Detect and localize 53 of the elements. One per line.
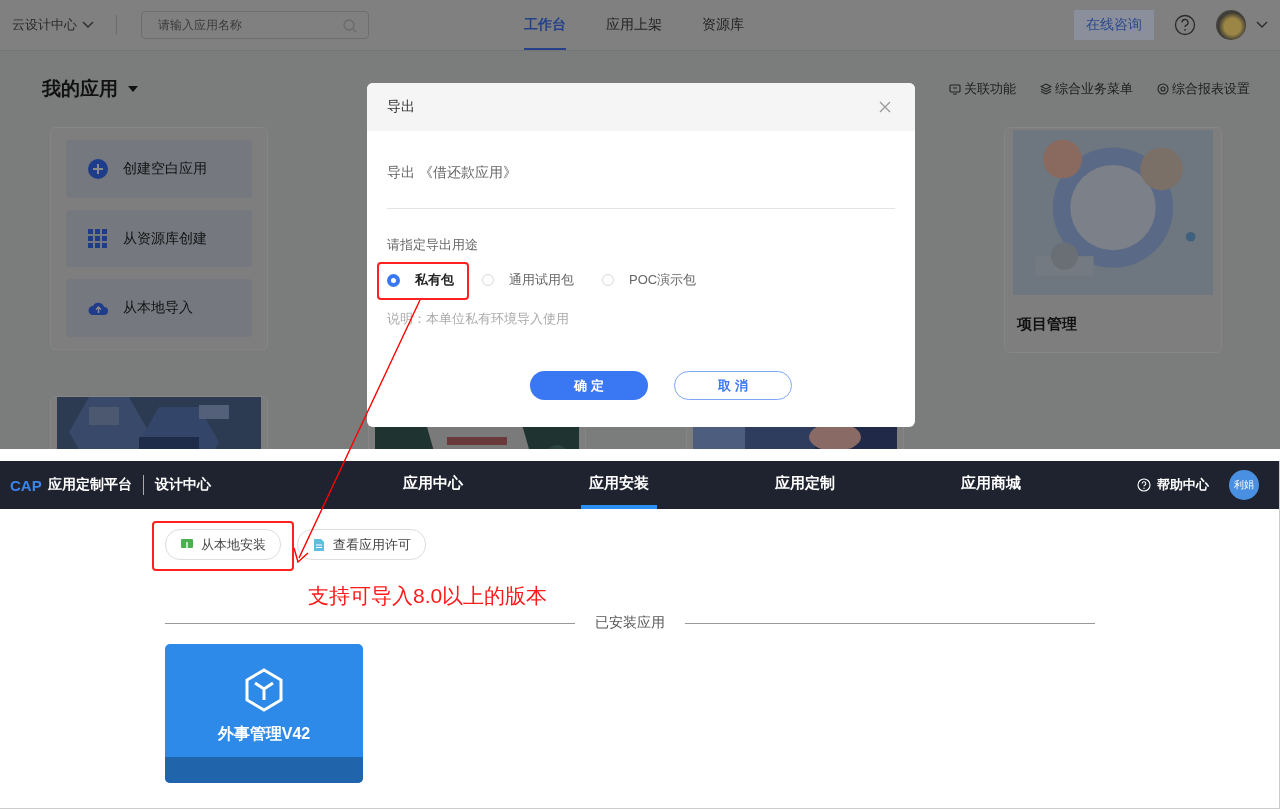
platform-name: 应用定制平台 [47, 476, 132, 494]
avatar[interactable] [1216, 10, 1246, 40]
toolbar-link[interactable]: 综合业务菜单 [1040, 80, 1133, 98]
chevron-down-icon [1256, 21, 1268, 29]
consult-button[interactable]: 在线咨询 [1074, 10, 1154, 40]
radio-option[interactable]: 通用试用包 [482, 268, 574, 292]
radio-option[interactable]: POC演示包 [602, 268, 697, 292]
action-button[interactable]: 从本地安装 [165, 529, 281, 560]
create-option[interactable]: 从资源库创建 [66, 209, 252, 268]
cube-icon [244, 668, 284, 712]
workspace-dropdown[interactable]: 云设计中心 [12, 16, 94, 34]
create-option[interactable]: 从本地导入 [66, 279, 252, 337]
nav-tab[interactable]: 工作台 [524, 0, 566, 50]
section-title: 已安装应用 [595, 614, 665, 632]
app-title: 外事管理V42 [217, 724, 311, 744]
radio-button[interactable] [387, 273, 400, 287]
nav-tab[interactable]: 应用安装 [580, 461, 657, 509]
help-icon [1137, 478, 1151, 492]
purpose-label: 请指定导出用途 [387, 236, 479, 254]
search-field[interactable]: 请输入应用名称 [141, 11, 369, 39]
nav-tab[interactable]: 资源库 [702, 0, 744, 50]
help-link[interactable]: 帮助中心 [1137, 476, 1209, 494]
app-card[interactable]: 项目管理 [1004, 127, 1222, 353]
section-name: 设计中心 [154, 476, 211, 494]
description-text: 说明：本单位私有环境导入使用 [387, 310, 570, 328]
action-button[interactable]: 查看应用许可 [297, 529, 426, 560]
layers-icon [1040, 83, 1052, 95]
nav-tab[interactable]: 应用中心 [394, 461, 471, 509]
page-title-dropdown[interactable]: 我的应用 [42, 76, 138, 102]
document-icon [312, 537, 326, 552]
avatar[interactable]: 利娟 [1229, 470, 1259, 500]
close-icon [879, 101, 891, 113]
nav-tab[interactable]: 应用上架 [606, 0, 662, 50]
chevron-down-icon [82, 21, 94, 29]
app-title: 项目管理 [1016, 314, 1078, 334]
monitor-icon [949, 83, 961, 95]
nav-tab[interactable]: 应用定制 [766, 461, 843, 509]
toolbar-link[interactable]: 综合报表设置 [1157, 80, 1250, 98]
dialog-title: 导出 [387, 98, 415, 116]
annotation-text: 支持可导入8.0以上的版本 [307, 583, 549, 609]
create-option[interactable]: 创建空白应用 [66, 140, 252, 198]
confirm-button[interactable]: 确 定 [530, 371, 648, 400]
plus-icon [88, 158, 109, 179]
nav-tab[interactable]: 应用商城 [952, 461, 1029, 509]
grid-icon [88, 228, 109, 249]
help-icon [1174, 14, 1196, 36]
app-tile[interactable]: 外事管理V42 [165, 644, 363, 783]
caret-icon [128, 86, 138, 92]
settings-icon [1157, 83, 1169, 95]
radio-option[interactable]: 私有包 [387, 268, 454, 292]
toolbar-link[interactable]: 关联功能 [949, 80, 1016, 98]
brand-logo: CAP [10, 476, 42, 494]
export-subject: 导出 《借还款应用》 [387, 163, 518, 182]
